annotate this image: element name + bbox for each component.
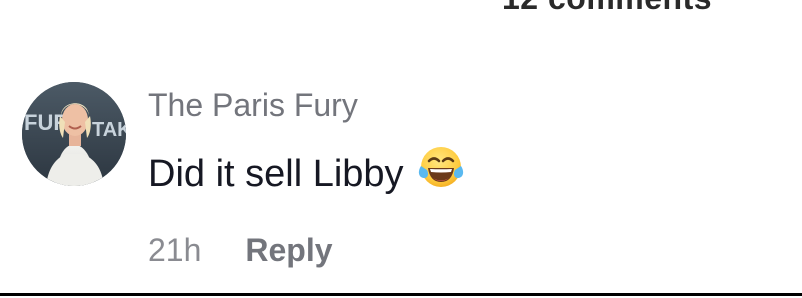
reply-button[interactable]: Reply xyxy=(245,232,332,268)
comment-username[interactable]: The Paris Fury xyxy=(148,87,358,124)
divider xyxy=(0,293,802,296)
comment-timestamp: 21h xyxy=(148,232,202,268)
comment-item: FURY TAKIN The Paris Fury Did it sell Li… xyxy=(0,0,802,298)
comment-body: Did it sell Libby xyxy=(148,147,464,204)
avatar[interactable]: FURY TAKIN xyxy=(22,82,126,186)
avatar-backdrop-text-right: TAKIN xyxy=(92,119,126,141)
avatar-image: FURY TAKIN xyxy=(22,82,126,186)
face-with-tears-of-joy-icon xyxy=(418,144,464,200)
comment-text: Did it sell Libby xyxy=(148,153,404,196)
comment-meta: 21h Reply xyxy=(148,232,333,269)
